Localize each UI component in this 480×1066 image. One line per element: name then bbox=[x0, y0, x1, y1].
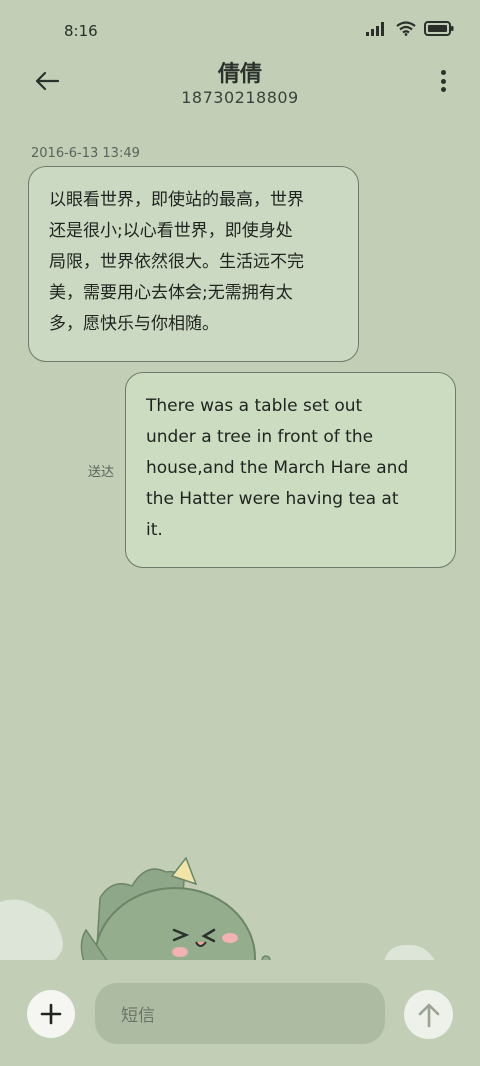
conversation-header: 倩倩 18730218809 bbox=[0, 52, 480, 122]
battery-icon bbox=[424, 21, 454, 36]
message-line: the Hatter were having tea at bbox=[146, 489, 399, 509]
incoming-message-bubble[interactable]: 以眼看世界，即使站的最高，世界 还是很小;以心看世界，即使身处 局限，世界依然很… bbox=[28, 166, 359, 362]
message-line: 以眼看世界，即使站的最高，世界 bbox=[49, 190, 304, 210]
message-line: it. bbox=[146, 520, 163, 540]
delivery-status: 送达 bbox=[88, 465, 115, 480]
sms-input-placeholder: 短信 bbox=[121, 1006, 155, 1026]
message-line: 美，需要用心去体会;无需拥有太 bbox=[49, 283, 293, 303]
send-button[interactable] bbox=[404, 990, 453, 1039]
plus-icon bbox=[40, 1003, 62, 1025]
add-attachment-button[interactable] bbox=[27, 990, 75, 1038]
more-options-button[interactable] bbox=[436, 66, 450, 96]
send-arrow-up-icon bbox=[418, 1003, 439, 1027]
wifi-icon bbox=[396, 21, 416, 36]
contact-phone-number: 18730218809 bbox=[181, 88, 299, 107]
message-line: 还是很小;以心看世界，即使身处 bbox=[49, 221, 293, 241]
message-line: under a tree in front of the bbox=[146, 427, 374, 447]
message-line: 局限，世界依然很大。生活远不完 bbox=[49, 252, 304, 272]
message-timestamp: 2016-6-13 13:49 bbox=[31, 146, 140, 161]
status-icons bbox=[366, 21, 454, 36]
contact-name: 倩倩 bbox=[217, 62, 262, 87]
message-line: house,and the March Hare and bbox=[146, 458, 409, 478]
dinosaur-mascot-illustration bbox=[0, 856, 436, 962]
sms-input[interactable]: 短信 bbox=[95, 983, 385, 1044]
status-time: 8:16 bbox=[64, 22, 98, 40]
outgoing-message-bubble[interactable]: There was a table set out under a tree i… bbox=[125, 372, 456, 568]
more-vertical-icon bbox=[440, 70, 446, 75]
signal-icon bbox=[366, 21, 384, 36]
message-line: There was a table set out bbox=[146, 396, 363, 416]
message-line: 多，愿快乐与你相随。 bbox=[49, 314, 219, 334]
